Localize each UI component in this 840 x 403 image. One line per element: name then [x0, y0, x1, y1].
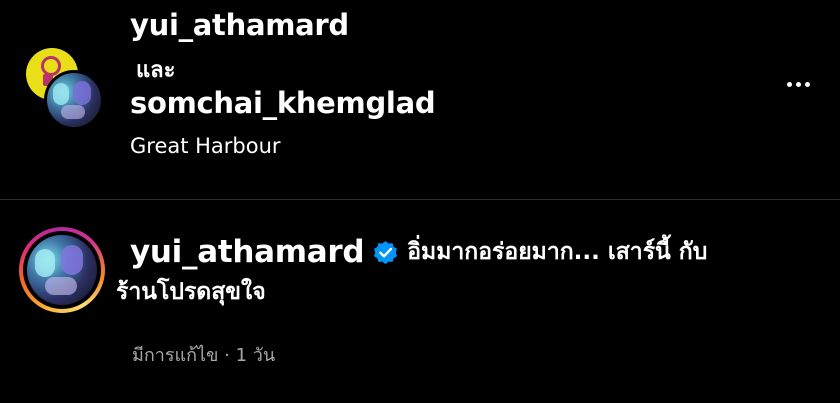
caption-username[interactable]: yui_athamard	[130, 234, 365, 270]
more-horizontal-icon	[786, 81, 810, 87]
caption-avatar[interactable]	[19, 227, 105, 313]
more-options-button[interactable]	[778, 72, 818, 96]
avatar-author-1[interactable]	[44, 70, 104, 130]
avatar-photo-detail	[73, 81, 91, 105]
caption: yui_athamard อิ่มมากอร่อยมาก... เสาร์นี้…	[116, 234, 820, 310]
avatar-face-shape	[41, 56, 61, 76]
edited-label: มีการแก้ไข	[132, 345, 219, 366]
verified-badge-icon	[374, 240, 398, 264]
avatar-photo	[27, 235, 97, 305]
avatar-photo-detail	[53, 83, 69, 105]
avatar-photo-detail	[61, 245, 83, 275]
caption-first-line: yui_athamard อิ่มมากอร่อยมาก... เสาร์นี้…	[130, 234, 820, 270]
meta-separator: ·	[224, 345, 230, 366]
caption-text-line-2: ร้านโปรดสุขใจ	[116, 279, 266, 305]
avatar-photo-detail	[61, 105, 85, 119]
author-1-username[interactable]: yui_athamard	[130, 8, 349, 42]
avatar-photo-detail	[45, 277, 77, 295]
caption-meta: มีการแก้ไข · 1 วัน	[132, 340, 275, 369]
authors-conjunction: และ	[136, 58, 176, 83]
post-time[interactable]: 1 วัน	[236, 345, 276, 366]
post-view: yui_athamard และ somchai_khemglad Great …	[0, 0, 840, 403]
header-divider	[0, 199, 840, 200]
author-2-username[interactable]: somchai_khemglad	[130, 86, 436, 120]
avatar-photo-detail	[35, 249, 55, 277]
post-location[interactable]: Great Harbour	[130, 134, 281, 158]
post-header: yui_athamard และ somchai_khemglad Great …	[0, 0, 840, 200]
caption-text-line-1: อิ่มมากอร่อยมาก... เสาร์นี้ กับ	[407, 239, 708, 265]
collab-avatar-stack[interactable]	[26, 48, 104, 130]
